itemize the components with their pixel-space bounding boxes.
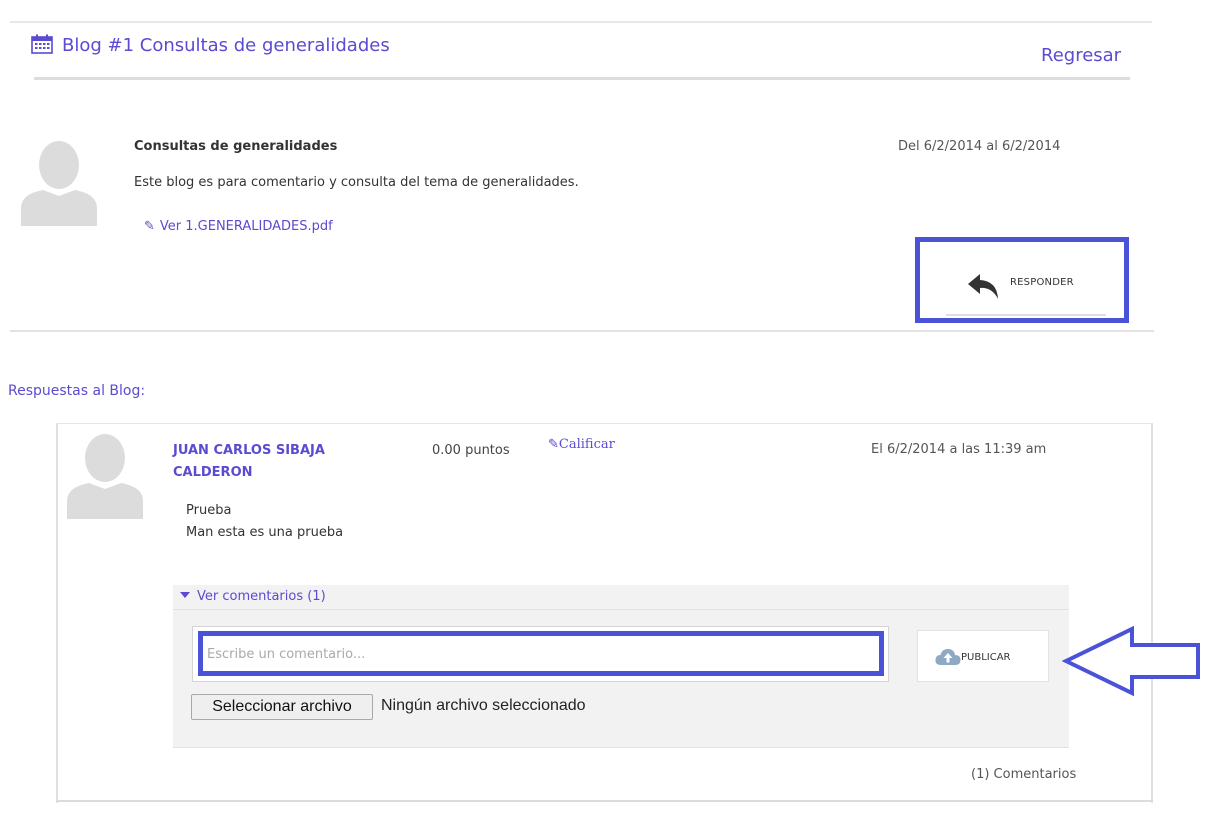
reply-underline bbox=[946, 314, 1106, 316]
comments-divider bbox=[173, 609, 1069, 610]
reply-title: Prueba bbox=[186, 503, 232, 518]
reply-card-bottom bbox=[56, 800, 1153, 802]
author-avatar bbox=[21, 134, 97, 226]
comments-toggle-label: Ver comentarios (1) bbox=[197, 589, 326, 604]
attachment-label: Ver 1.GENERALIDADES.pdf bbox=[159, 219, 333, 234]
reply-author-name[interactable]: JUAN CARLOS SIBAJA CALDERON bbox=[173, 440, 383, 484]
post-title: Consultas de generalidades bbox=[134, 139, 338, 154]
comments-toggle[interactable]: Ver comentarios (1) bbox=[180, 589, 326, 604]
publish-button-label: PUBLICAR bbox=[961, 652, 1011, 663]
comment-input[interactable] bbox=[205, 638, 879, 670]
paperclip-icon: ✎ bbox=[144, 219, 155, 234]
header-divider bbox=[34, 77, 1130, 80]
reply-points: 0.00 puntos bbox=[432, 443, 510, 458]
pencil-icon: ✎ bbox=[548, 437, 559, 452]
rate-link[interactable]: ✎Calificar bbox=[548, 437, 615, 452]
file-status: Ningún archivo seleccionado bbox=[381, 697, 586, 714]
choose-file-button[interactable]: Seleccionar archivo bbox=[191, 694, 373, 720]
calendar-icon bbox=[31, 34, 53, 54]
reply-body: Man esta es una prueba bbox=[186, 525, 344, 540]
replies-heading: Respuestas al Blog: bbox=[8, 383, 146, 399]
post-body: Este blog es para comentario y consulta … bbox=[134, 175, 579, 190]
page-title: Blog #1 Consultas de generalidades bbox=[62, 35, 390, 56]
attachment-link[interactable]: ✎ Ver 1.GENERALIDADES.pdf bbox=[144, 219, 333, 234]
reply-button-label: RESPONDER bbox=[1010, 277, 1074, 288]
comments-count: (1) Comentarios bbox=[971, 767, 1077, 782]
reply-author-avatar bbox=[67, 427, 143, 519]
back-link[interactable]: Regresar bbox=[1041, 45, 1121, 66]
top-divider bbox=[10, 21, 1152, 23]
caret-down-icon bbox=[180, 592, 190, 598]
cloud-upload-icon bbox=[935, 649, 961, 665]
rate-label: Calificar bbox=[558, 437, 615, 452]
post-date-range: Del 6/2/2014 al 6/2/2014 bbox=[898, 139, 1061, 154]
reply-icon bbox=[968, 274, 998, 299]
post-divider bbox=[10, 330, 1154, 332]
reply-date: El 6/2/2014 a las 11:39 am bbox=[871, 442, 1047, 457]
annotation-arrow-icon bbox=[1062, 625, 1200, 697]
